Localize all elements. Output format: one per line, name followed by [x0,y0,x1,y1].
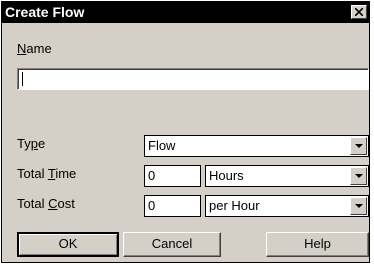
total-cost-label: Total Cost [17,196,75,211]
type-select[interactable]: Flow [144,135,369,157]
total-cost-input[interactable]: 0 [144,195,201,217]
type-selected-value: Flow [148,138,176,153]
total-time-input[interactable]: 0 [144,165,201,187]
total-cost-unit-value: per Hour [209,198,260,213]
ok-button[interactable]: OK [17,232,119,257]
dialog-title: Create Flow [5,4,85,20]
text-caret [22,72,23,86]
close-button[interactable] [351,5,367,19]
total-time-label: Total Time [17,166,77,181]
cancel-button[interactable]: Cancel [123,232,221,257]
name-label: Name [17,41,52,56]
total-cost-unit-dropdown-button[interactable] [350,197,367,215]
total-time-unit-dropdown-button[interactable] [350,167,367,185]
type-dropdown-button[interactable] [350,137,367,155]
create-flow-dialog: Create Flow Name Type Flow Total Time 0 … [1,1,370,263]
name-input[interactable] [17,68,369,90]
chevron-down-icon [354,143,363,148]
title-bar: Create Flow [2,2,369,23]
total-time-unit-value: Hours [209,168,244,183]
chevron-down-icon [354,173,363,178]
help-button[interactable]: Help [266,232,369,257]
total-cost-unit-select[interactable]: per Hour [205,195,369,217]
type-label: Type [17,136,46,151]
chevron-down-icon [354,203,363,208]
close-icon [355,8,363,16]
total-time-unit-select[interactable]: Hours [205,165,369,187]
